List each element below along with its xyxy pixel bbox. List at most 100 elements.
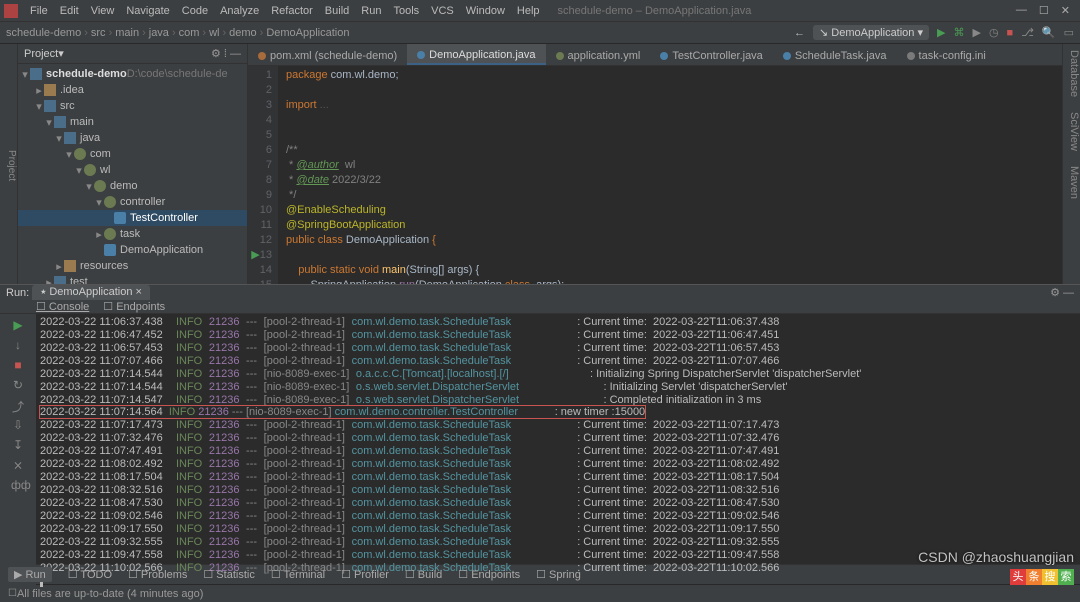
bottom-tab-run[interactable]: ▶ Run bbox=[8, 567, 52, 582]
run-action-icon[interactable]: ↧ bbox=[11, 438, 25, 452]
menu-help[interactable]: Help bbox=[511, 5, 546, 17]
menu-vcs[interactable]: VCS bbox=[425, 5, 460, 17]
menu-analyze[interactable]: Analyze bbox=[214, 5, 265, 17]
bottom-tab-spring[interactable]: ☐ Spring bbox=[536, 568, 581, 581]
bottom-tab-profiler[interactable]: ☐ Profiler bbox=[341, 568, 389, 581]
menu-code[interactable]: Code bbox=[176, 5, 214, 17]
editor-tab[interactable]: ScheduleTask.java bbox=[773, 44, 897, 65]
bottom-tab-terminal[interactable]: ☐ Terminal bbox=[271, 568, 325, 581]
crumb[interactable]: DemoApplication bbox=[266, 27, 349, 39]
tree-node[interactable]: ▾main bbox=[18, 114, 247, 130]
status-text: All files are up-to-date (4 minutes ago) bbox=[17, 588, 203, 600]
bottom-tab-problems[interactable]: ☐ Problems bbox=[128, 568, 187, 581]
crumb[interactable]: schedule-demo bbox=[6, 27, 81, 39]
close-icon[interactable]: ✕ bbox=[1061, 4, 1070, 17]
main-area: Project Project ▾ ⚙ ⁞ — ▾schedule-demo D… bbox=[0, 44, 1080, 284]
profile-icon[interactable]: ◷ bbox=[989, 26, 999, 39]
run-subtab[interactable]: ☐ Console bbox=[36, 300, 89, 313]
right-stripe[interactable]: Database SciView Maven bbox=[1062, 44, 1080, 284]
crumb[interactable]: wl bbox=[209, 27, 219, 39]
run-action-icon[interactable]: ⤴ bbox=[11, 398, 25, 412]
filetype-icon bbox=[417, 51, 425, 59]
nav-toolbar: schedule-demo›src›main›java›com›wl›demo›… bbox=[0, 22, 1080, 44]
run-icon[interactable]: ▶ bbox=[937, 26, 945, 39]
run-action-icon[interactable]: ⨯ bbox=[11, 458, 25, 472]
watermark: CSDN @zhaoshuangjian bbox=[918, 549, 1074, 565]
tree-node[interactable]: ▸resources bbox=[18, 258, 247, 274]
left-stripe[interactable]: Project bbox=[0, 44, 18, 284]
tree-root[interactable]: ▾schedule-demo D:\code\schedule-de bbox=[18, 66, 247, 82]
menu-bar: FileEditViewNavigateCodeAnalyzeRefactorB… bbox=[0, 0, 1080, 22]
run-action-icon[interactable]: ↻ bbox=[11, 378, 25, 392]
run-subtab[interactable]: ☐ Endpoints bbox=[103, 300, 165, 313]
tree-node[interactable]: ▸test bbox=[18, 274, 247, 284]
menu-file[interactable]: File bbox=[24, 5, 54, 17]
editor-tab[interactable]: application.yml bbox=[546, 44, 651, 65]
stop-icon[interactable]: ■ bbox=[1007, 27, 1014, 39]
run-action-icon[interactable]: ↓ bbox=[11, 338, 25, 352]
search-icon[interactable]: 🔍 bbox=[1042, 26, 1056, 39]
crumb[interactable]: main bbox=[115, 27, 139, 39]
run-action-icon[interactable]: ▶ bbox=[11, 318, 25, 332]
crumb[interactable]: java bbox=[149, 27, 169, 39]
tree-node[interactable]: ▾demo bbox=[18, 178, 247, 194]
debug-icon[interactable]: ⌘ bbox=[953, 26, 964, 39]
app-logo bbox=[4, 4, 18, 18]
menu-navigate[interactable]: Navigate bbox=[120, 5, 175, 17]
run-action-icon[interactable]: ■ bbox=[11, 358, 25, 372]
coverage-icon[interactable]: ▶ bbox=[972, 26, 980, 39]
editor-area: pom.xml (schedule-demo)DemoApplication.j… bbox=[248, 44, 1062, 284]
gutter[interactable]: 123456789101112▶13141516171819 bbox=[248, 66, 278, 284]
run-action-icon[interactable]: фф bbox=[11, 478, 25, 492]
bottom-tab-build[interactable]: ☐ Build bbox=[405, 568, 442, 581]
project-tool-window: Project ▾ ⚙ ⁞ — ▾schedule-demo D:\code\s… bbox=[18, 44, 248, 284]
run-subtabs: ☐ Console ☐ Endpoints bbox=[0, 300, 1080, 314]
run-settings-icon[interactable]: ⚙ — bbox=[1050, 286, 1074, 299]
bottom-tab-todo[interactable]: ☐ TODO bbox=[68, 568, 112, 581]
project-header[interactable]: Project ▾ ⚙ ⁞ — bbox=[18, 44, 247, 64]
tree-node[interactable]: ▾controller bbox=[18, 194, 247, 210]
run-tool-window: Run: ⭑ DemoApplication × ⚙ — ☐ Console☐ … bbox=[0, 284, 1080, 564]
tree-node[interactable]: ▸task bbox=[18, 226, 247, 242]
editor-tab[interactable]: DemoApplication.java bbox=[407, 44, 545, 65]
tree-node[interactable]: ▾wl bbox=[18, 162, 247, 178]
filetype-icon bbox=[907, 52, 915, 60]
menu-edit[interactable]: Edit bbox=[54, 5, 85, 17]
menu-window[interactable]: Window bbox=[460, 5, 511, 17]
tree-node[interactable]: ▸.idea bbox=[18, 82, 247, 98]
menu-view[interactable]: View bbox=[85, 5, 121, 17]
back-icon[interactable]: ← bbox=[794, 27, 805, 39]
crumb[interactable]: demo bbox=[229, 27, 257, 39]
crumb[interactable]: src bbox=[91, 27, 106, 39]
menu-tools[interactable]: Tools bbox=[387, 5, 425, 17]
project-tree[interactable]: ▾schedule-demo D:\code\schedule-de▸.idea… bbox=[18, 64, 247, 284]
editor-tab[interactable]: TestController.java bbox=[650, 44, 773, 65]
tree-node[interactable]: ▾com bbox=[18, 146, 247, 162]
editor-tab[interactable]: pom.xml (schedule-demo) bbox=[248, 44, 407, 65]
code-editor[interactable]: 123456789101112▶13141516171819 package c… bbox=[248, 66, 1062, 284]
crumb[interactable]: com bbox=[179, 27, 200, 39]
menu-run[interactable]: Run bbox=[355, 5, 387, 17]
bottom-tab-endpoints[interactable]: ☐ Endpoints bbox=[458, 568, 520, 581]
project-settings-icon[interactable]: ⚙ ⁞ — bbox=[211, 47, 241, 60]
run-side-toolbar: ▶ ↓ ■ ↻ ⤴ ⇩ ↧ ⨯ фф bbox=[0, 314, 36, 590]
run-config-selector[interactable]: ↘ DemoApplication ▾ bbox=[813, 25, 929, 40]
menu-refactor[interactable]: Refactor bbox=[265, 5, 319, 17]
source[interactable]: package com.wl.demo; import ... /** * @a… bbox=[278, 66, 1062, 284]
tree-node[interactable]: ▾src bbox=[18, 98, 247, 114]
run-action-icon[interactable]: ⇩ bbox=[11, 418, 25, 432]
editor-tabs: pom.xml (schedule-demo)DemoApplication.j… bbox=[248, 44, 1062, 66]
tree-node[interactable]: TestController bbox=[18, 210, 247, 226]
git-icon[interactable]: ⎇ bbox=[1021, 26, 1034, 39]
menu-build[interactable]: Build bbox=[319, 5, 355, 17]
filetype-icon bbox=[783, 52, 791, 60]
bottom-tab-statistic[interactable]: ☐ Statistic bbox=[203, 568, 254, 581]
run-tab[interactable]: ⭑ DemoApplication × bbox=[32, 285, 150, 300]
tree-node[interactable]: DemoApplication bbox=[18, 242, 247, 258]
editor-tab[interactable]: task-config.ini bbox=[897, 44, 996, 65]
run-title: Run: bbox=[6, 287, 29, 299]
tree-node[interactable]: ▾java bbox=[18, 130, 247, 146]
settings-icon[interactable]: ▭ bbox=[1064, 26, 1074, 39]
maximize-icon[interactable]: ☐ bbox=[1039, 4, 1049, 17]
minimize-icon[interactable]: — bbox=[1016, 4, 1027, 17]
